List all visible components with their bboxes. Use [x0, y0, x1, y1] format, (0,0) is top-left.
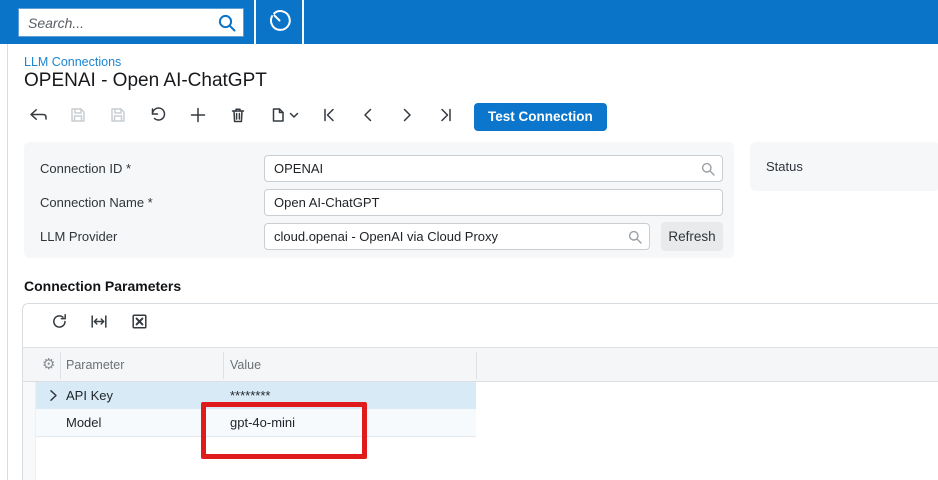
grid-refresh-button[interactable] [49, 313, 69, 333]
topbar-divider [302, 0, 304, 44]
fit-to-width-button[interactable] [89, 313, 109, 333]
delete-record-button[interactable] [224, 103, 252, 131]
save-button[interactable] [104, 103, 132, 131]
connection-name-field [264, 189, 723, 216]
export-to-excel-button[interactable] [129, 313, 149, 333]
excel-export-icon [130, 312, 149, 334]
grid-row-api-key[interactable]: API Key ******** [36, 382, 476, 409]
connection-id-label: Connection ID * [40, 161, 132, 176]
clipboard-menu-button[interactable] [264, 103, 304, 131]
back-button[interactable] [24, 103, 52, 131]
grid-toolbar [49, 313, 169, 333]
connection-name-input[interactable] [264, 189, 723, 216]
refresh-icon [50, 312, 69, 334]
llm-provider-label: LLM Provider [40, 229, 118, 244]
page-title: OPENAI - Open AI-ChatGPT [24, 70, 267, 91]
column-header-parameter[interactable]: Parameter [66, 358, 124, 372]
first-record-button[interactable] [315, 103, 343, 131]
llm-provider-field [264, 223, 650, 250]
magnifier-lookup-icon[interactable] [627, 229, 643, 245]
undo-icon [148, 105, 168, 128]
first-record-icon [319, 105, 339, 128]
parameter-cell: Model [66, 415, 102, 430]
save-and-close-icon [68, 105, 88, 128]
column-divider [223, 352, 224, 379]
chevron-down-icon [288, 105, 300, 128]
clock-icon [266, 7, 293, 37]
expand-chevron-icon[interactable] [45, 387, 62, 404]
connection-id-row: Connection ID * [24, 155, 734, 182]
next-record-button[interactable] [393, 103, 421, 131]
business-date-clock-button[interactable] [256, 0, 302, 44]
global-search [18, 8, 244, 37]
grid-row-model[interactable]: Model gpt-4o-mini [36, 409, 476, 437]
value-cell: gpt-4o-mini [230, 415, 296, 430]
breadcrumb-llm-connections[interactable]: LLM Connections [24, 55, 121, 69]
search-icon[interactable] [216, 12, 238, 34]
llm-connections-screen: LLM Connections OPENAI - Open AI-ChatGPT [0, 0, 938, 480]
plus-icon [188, 105, 208, 128]
llm-provider-row: LLM Provider Refresh [24, 222, 734, 251]
status-label: Status [766, 159, 803, 174]
connection-name-label: Connection Name * [40, 195, 153, 210]
column-settings-gear-icon[interactable]: ⚙ [42, 356, 55, 374]
connection-id-field [264, 155, 723, 182]
refresh-button[interactable]: Refresh [661, 222, 723, 251]
save-and-close-button[interactable] [64, 103, 92, 131]
parameters-grid: ⚙ Parameter Value API Key ******** Model… [22, 303, 938, 480]
test-connection-button[interactable]: Test Connection [474, 102, 607, 131]
column-divider [476, 352, 477, 379]
back-arrow-icon [27, 105, 49, 128]
status-panel: Status [750, 142, 938, 191]
last-record-button[interactable] [432, 103, 460, 131]
connection-form-panel: Connection ID * Connection Name * LLM Pr… [24, 142, 734, 258]
trash-icon [228, 105, 248, 128]
previous-record-button[interactable] [354, 103, 382, 131]
magnifier-lookup-icon[interactable] [700, 161, 716, 177]
llm-provider-input[interactable] [264, 223, 650, 250]
save-icon [108, 105, 128, 128]
connection-id-input[interactable] [264, 155, 723, 182]
fit-to-width-icon [89, 312, 109, 334]
undo-button[interactable] [144, 103, 172, 131]
last-record-icon [436, 105, 456, 128]
search-input[interactable] [18, 8, 244, 37]
clipboard-icon [268, 105, 288, 128]
chevron-left-icon [358, 105, 378, 128]
parameter-cell: API Key [66, 388, 113, 403]
content-left-divider [7, 44, 8, 480]
column-header-value[interactable]: Value [230, 358, 261, 372]
grid-header-row: ⚙ Parameter Value [23, 347, 938, 382]
top-navigation-bar [0, 0, 938, 44]
connection-name-row: Connection Name * [24, 189, 734, 216]
chevron-right-icon [397, 105, 417, 128]
column-divider [60, 352, 61, 379]
record-toolbar: Test Connection [24, 101, 607, 132]
add-record-button[interactable] [184, 103, 212, 131]
value-cell: ******** [230, 388, 271, 403]
grid-row-gutter [23, 382, 36, 480]
connection-parameters-title: Connection Parameters [24, 278, 182, 294]
